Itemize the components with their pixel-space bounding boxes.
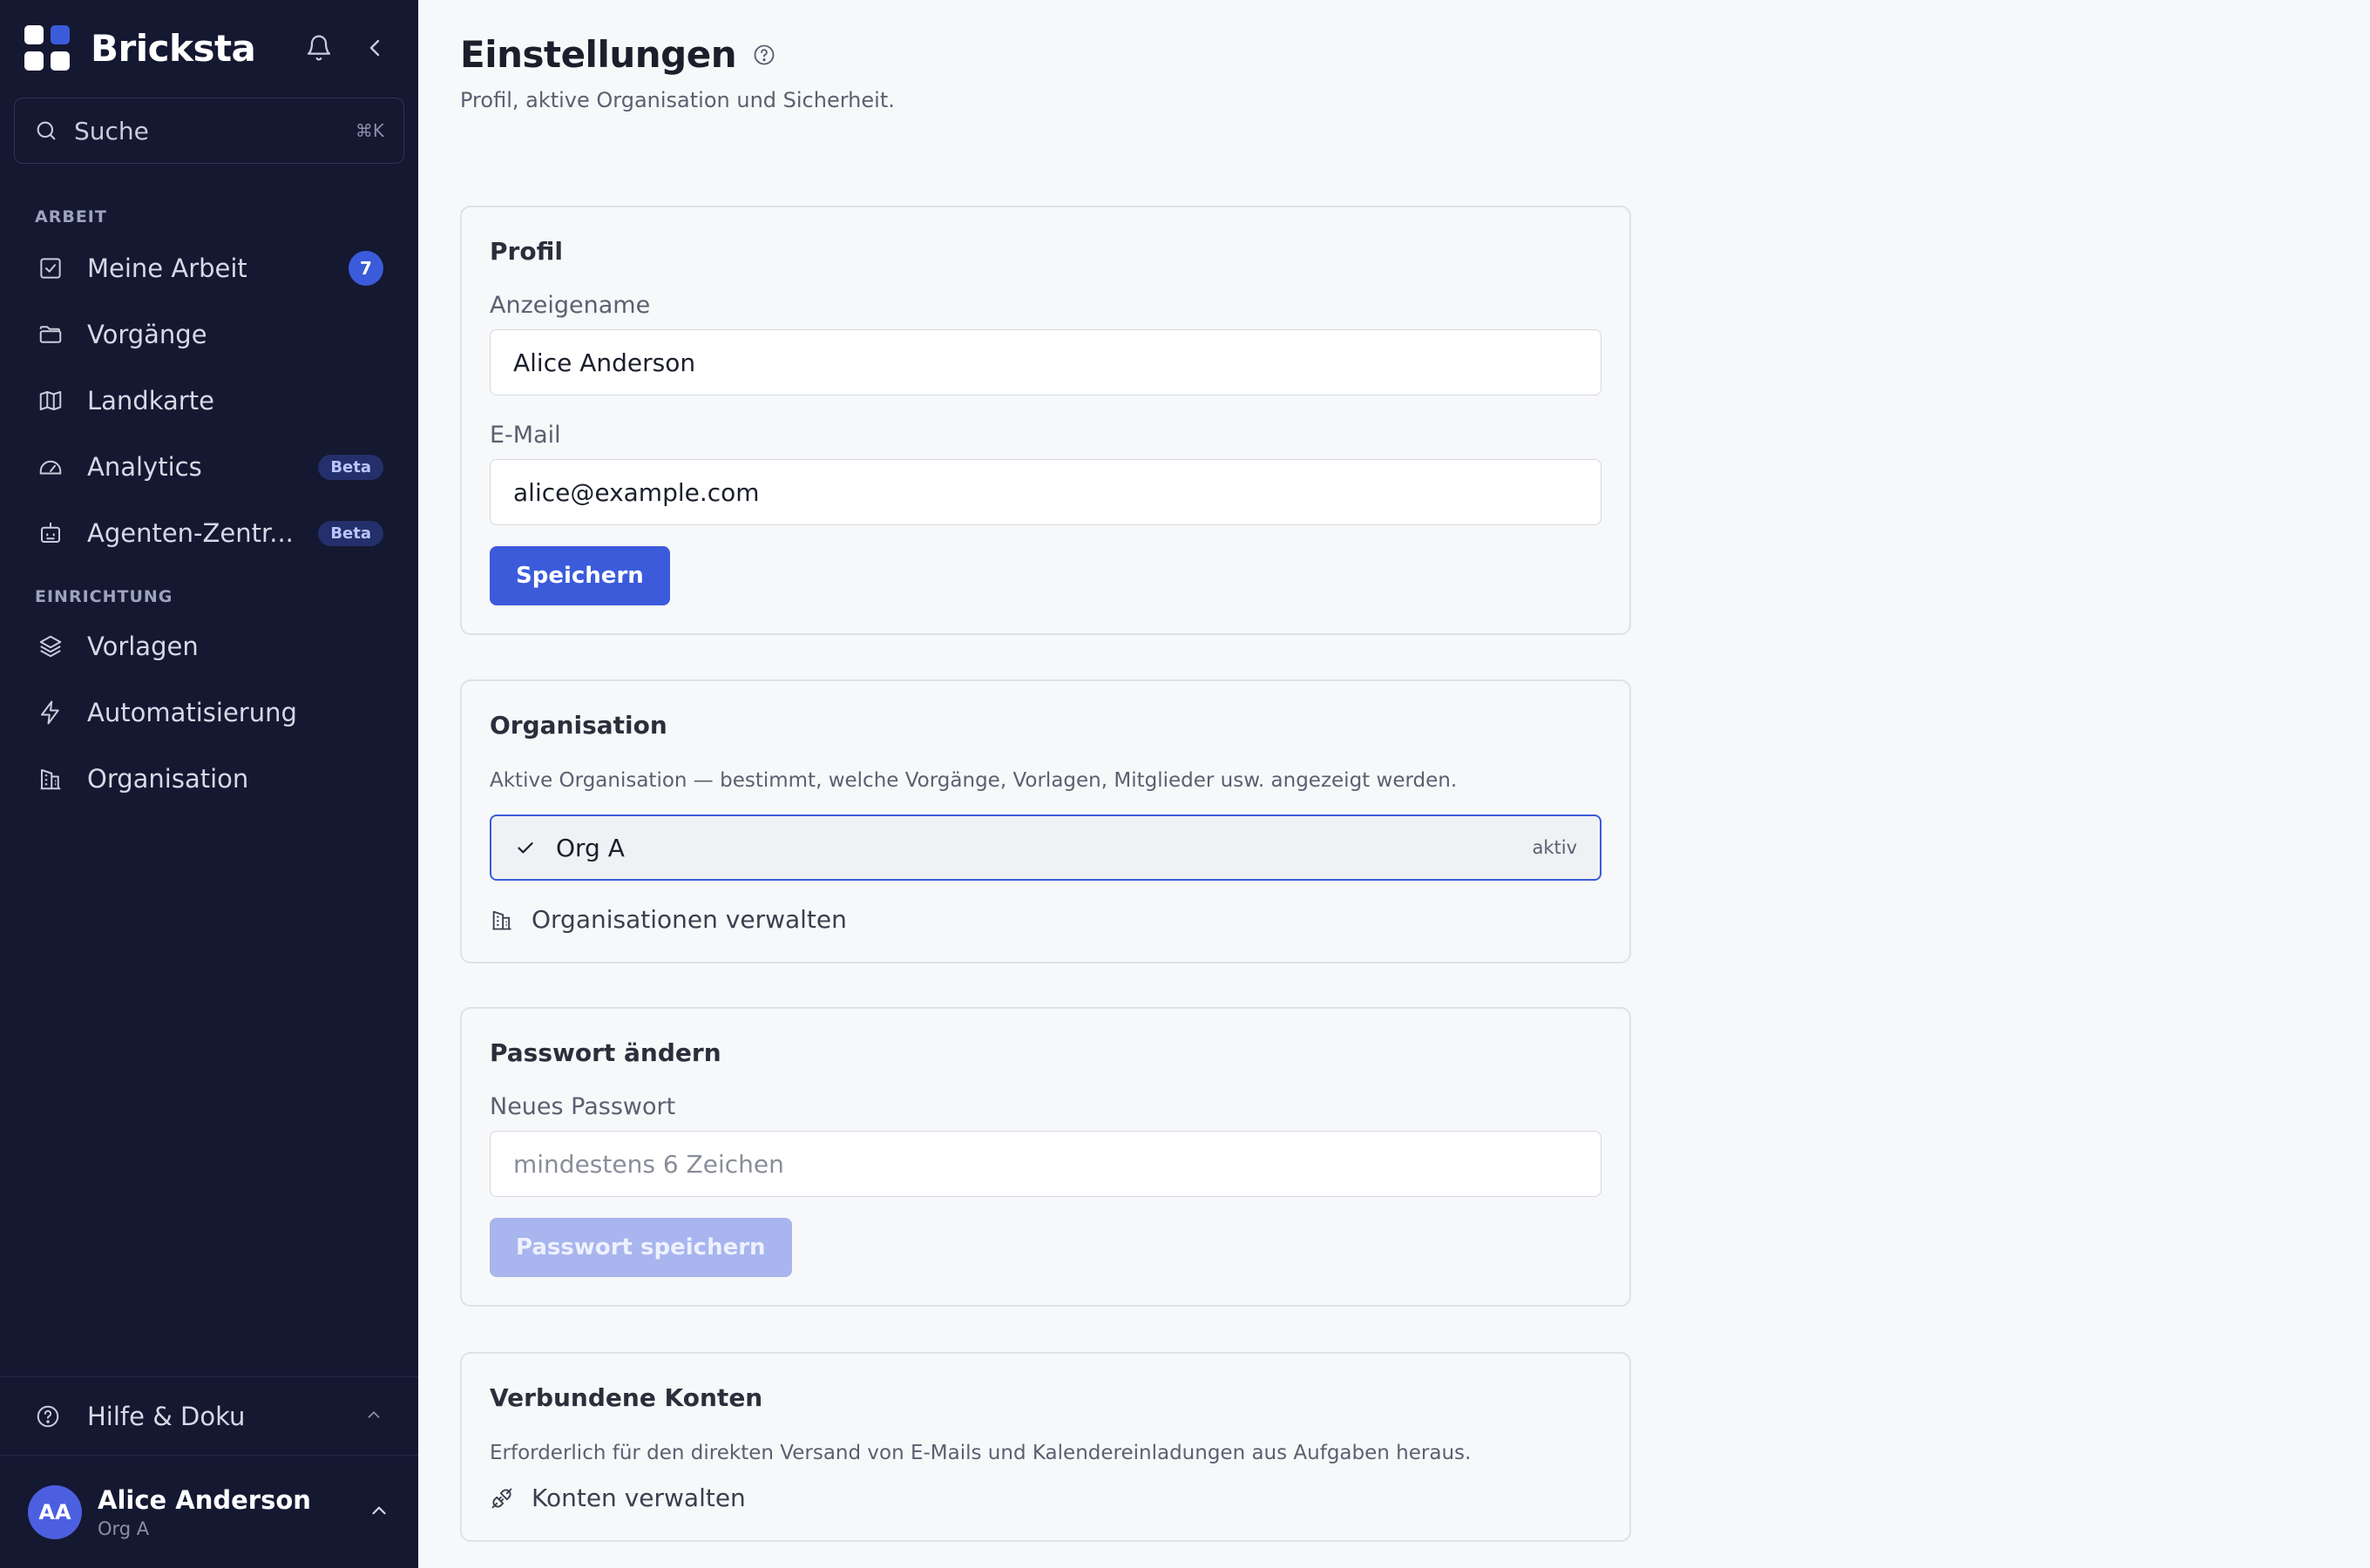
gauge-icon: [35, 451, 66, 483]
beta-badge: Beta: [318, 454, 383, 480]
collapse-sidebar-icon[interactable]: [356, 29, 394, 67]
sidebar-item-analytics[interactable]: Analytics Beta: [0, 434, 418, 500]
sidebar-item-label: Organisation: [87, 764, 249, 794]
profile-card: Profil Anzeigename Alice Anderson E-Mail…: [460, 206, 1631, 635]
org-active-state: aktiv: [1532, 837, 1577, 858]
checkbox-icon: [35, 253, 66, 284]
bolt-icon: [35, 697, 66, 728]
sidebar-item-label: Vorlagen: [87, 632, 199, 661]
manage-organisations-label: Organisationen verwalten: [532, 905, 847, 934]
save-profile-button[interactable]: Speichern: [490, 546, 670, 605]
bell-icon[interactable]: [300, 29, 338, 67]
save-password-button[interactable]: Passwort speichern: [490, 1218, 792, 1277]
manage-accounts-label: Konten verwalten: [532, 1484, 746, 1512]
search-shortcut: ⌘K: [355, 120, 384, 141]
manage-accounts-link[interactable]: Konten verwalten: [490, 1484, 1601, 1512]
settings-page: Einstellungen Profil, aktive Organisatio…: [418, 0, 2370, 1568]
sidebar-item-label: Automatisierung: [87, 698, 297, 727]
email-label: E-Mail: [490, 422, 561, 449]
help-circle-icon: [35, 1401, 66, 1432]
layers-icon: [35, 631, 66, 662]
building-icon: [35, 763, 66, 794]
organisation-description: Aktive Organisation — bestimmt, welche V…: [490, 769, 1458, 792]
robot-icon: [35, 517, 66, 549]
email-field[interactable]: alice@example.com: [490, 459, 1601, 525]
plug-icon: [490, 1486, 518, 1511]
folder-icon: [35, 319, 66, 350]
card-title: Profil: [490, 237, 563, 266]
chevron-up-icon: [368, 1499, 390, 1525]
display-name-field[interactable]: Alice Anderson: [490, 329, 1601, 395]
card-title: Passwort ändern: [490, 1038, 721, 1067]
display-name-label: Anzeigename: [490, 292, 651, 319]
new-password-field[interactable]: mindestens 6 Zeichen: [490, 1131, 1601, 1197]
brand-row: Bricksta: [0, 0, 418, 96]
beta-badge: Beta: [318, 520, 383, 546]
page-subtitle: Profil, aktive Organisation und Sicherhe…: [460, 88, 895, 112]
sidebar-item-label: Landkarte: [87, 386, 214, 416]
section-label-arbeit: ARBEIT: [35, 207, 107, 226]
sidebar-item-landkarte[interactable]: Landkarte: [0, 368, 418, 434]
password-card: Passwort ändern Neues Passwort mindesten…: [460, 1007, 1631, 1307]
organisation-card: Organisation Aktive Organisation — besti…: [460, 679, 1631, 963]
accounts-description: Erforderlich für den direkten Versand vo…: [490, 1442, 1472, 1464]
check-icon: [514, 836, 540, 859]
sidebar-item-organisation[interactable]: Organisation: [0, 746, 418, 812]
card-title: Verbundene Konten: [490, 1383, 763, 1412]
user-name: Alice Anderson: [98, 1484, 311, 1515]
avatar: AA: [28, 1484, 82, 1539]
page-title: Einstellungen: [460, 33, 737, 76]
active-org-option[interactable]: Org A aktiv: [490, 814, 1601, 881]
map-icon: [35, 385, 66, 416]
sidebar-item-meine-arbeit[interactable]: Meine Arbeit 7: [0, 235, 418, 301]
org-name: Org A: [556, 833, 625, 862]
search-label: Suche: [74, 116, 149, 145]
sidebar: Bricksta Suche ⌘K ARBEIT Meine Arbeit 7 …: [0, 0, 418, 1568]
chevron-up-icon: [364, 1405, 383, 1428]
search-input[interactable]: Suche ⌘K: [14, 98, 404, 164]
help-label: Hilfe & Doku: [87, 1401, 246, 1431]
user-org: Org A: [98, 1517, 150, 1539]
user-menu[interactable]: AA Alice Anderson Org A: [0, 1455, 418, 1568]
sidebar-item-agenten-zentrale[interactable]: Agenten-Zentr... Beta: [0, 500, 418, 566]
help-circle-icon[interactable]: [752, 43, 776, 67]
sidebar-item-label: Meine Arbeit: [87, 253, 247, 283]
sidebar-item-label: Agenten-Zentr...: [87, 518, 294, 548]
search-icon: [34, 117, 62, 145]
sidebar-item-vorgaenge[interactable]: Vorgänge: [0, 301, 418, 368]
card-title: Organisation: [490, 711, 667, 740]
section-label-einrichtung: EINRICHTUNG: [35, 587, 173, 606]
new-password-label: Neues Passwort: [490, 1093, 676, 1120]
sidebar-item-label: Analytics: [87, 452, 202, 482]
connected-accounts-card: Verbundene Konten Erforderlich für den d…: [460, 1352, 1631, 1542]
bricksta-logo: [24, 25, 70, 71]
manage-organisations-link[interactable]: Organisationen verwalten: [490, 905, 1601, 934]
help-and-docs[interactable]: Hilfe & Doku: [0, 1376, 418, 1455]
sidebar-item-label: Vorgänge: [87, 320, 207, 349]
brand-name: Bricksta: [91, 26, 256, 70]
sidebar-item-vorlagen[interactable]: Vorlagen: [0, 613, 418, 679]
sidebar-item-automatisierung[interactable]: Automatisierung: [0, 679, 418, 746]
count-badge: 7: [349, 251, 383, 286]
building-icon: [490, 908, 518, 932]
